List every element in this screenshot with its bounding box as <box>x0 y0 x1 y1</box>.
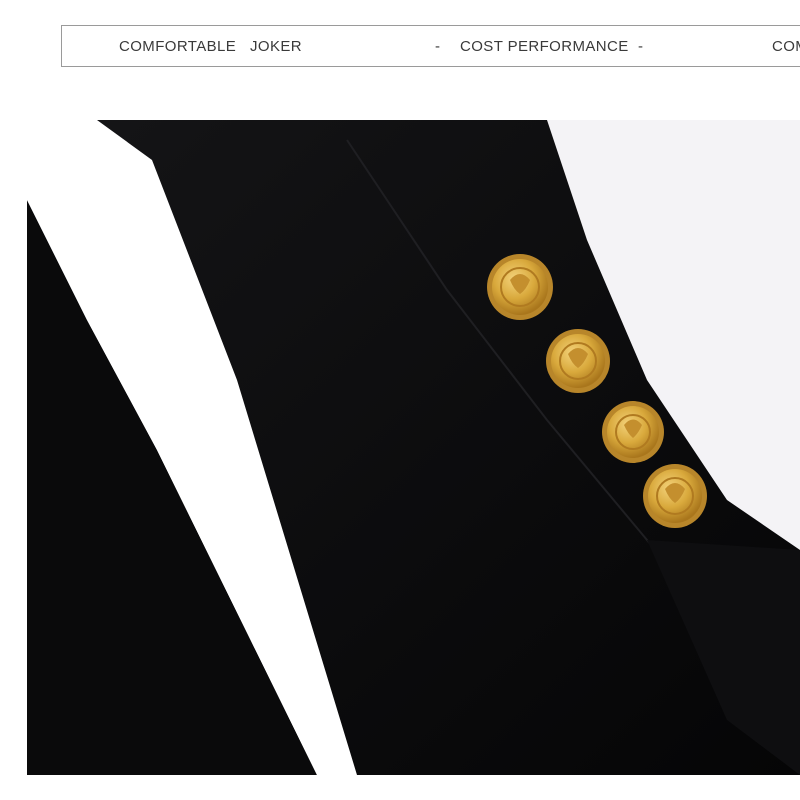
gold-button <box>546 329 610 393</box>
banner-separator: - <box>435 38 441 55</box>
gold-button <box>602 401 664 463</box>
banner-item-joker: JOKER <box>250 38 303 55</box>
product-photo <box>27 120 800 775</box>
banner-item-cost-performance: COST PERFORMANCE <box>460 38 629 55</box>
blazer-sleeve-image <box>27 120 800 775</box>
feature-banner: COMFORTABLE JOKER - COST PERFORMANCE - C… <box>61 25 800 67</box>
banner-item-comfortable: COMFORTABLE <box>119 38 237 55</box>
banner-separator: - <box>638 38 644 55</box>
gold-button <box>487 254 553 320</box>
gold-button <box>643 464 707 528</box>
banner-item-truncated: COM <box>772 38 800 55</box>
